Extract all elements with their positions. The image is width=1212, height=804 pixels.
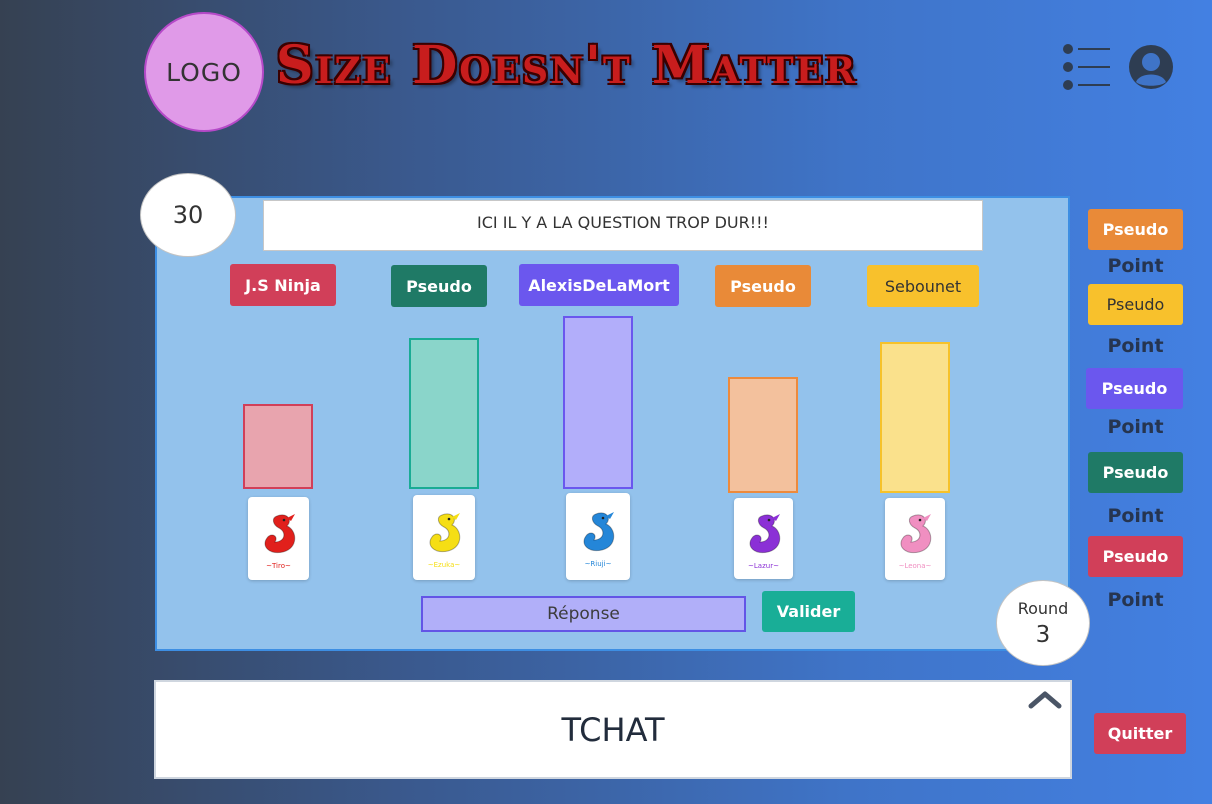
player-name-button[interactable]: Pseudo [391, 265, 487, 307]
validate-button[interactable]: Valider [762, 591, 855, 632]
user-profile-icon[interactable] [1128, 44, 1174, 90]
timer-value: 30 [172, 201, 204, 229]
scoreboard-player-button[interactable]: Pseudo [1088, 284, 1183, 325]
chat-panel[interactable]: TCHAT [154, 680, 1072, 779]
dragon-icon [429, 512, 461, 552]
player-name-button[interactable]: Pseudo [715, 265, 811, 307]
dragon-icon [583, 511, 615, 551]
timer-badge: 30 [140, 173, 236, 257]
scoreboard-player-button[interactable]: Pseudo [1088, 452, 1183, 493]
blue-dragon-card: ~Riuji~ [566, 493, 630, 580]
round-label: Round [1017, 598, 1069, 618]
player-name-button[interactable]: Sebounet [867, 265, 979, 307]
game-title: Size Doesn't Matter [276, 35, 857, 96]
player-name-button[interactable]: J.S Ninja [230, 264, 336, 306]
scoreboard-points: Point [1107, 416, 1164, 438]
scoreboard-player-button[interactable]: Pseudo [1088, 536, 1183, 577]
player-size-bar [563, 316, 633, 489]
player-size-bar [409, 338, 479, 489]
scoreboard-points: Point [1107, 255, 1164, 277]
round-number: 3 [1035, 621, 1051, 648]
question-box: ICI IL Y A LA QUESTION TROP DUR!!! [263, 200, 983, 251]
dragon-icon [749, 513, 780, 553]
quit-button[interactable]: Quitter [1094, 713, 1186, 754]
player-name-button[interactable]: AlexisDeLaMort [519, 264, 679, 306]
dragon-tag: ~Leona~ [898, 562, 932, 570]
round-badge: Round 3 [996, 580, 1090, 666]
dragon-tag: ~Ezuka~ [427, 560, 461, 569]
scoreboard-points: Point [1107, 589, 1164, 611]
dragon-icon [900, 514, 932, 554]
pink-dragon-card: ~Leona~ [885, 498, 945, 580]
scoreboard-player-button[interactable]: Pseudo [1086, 368, 1183, 409]
yellow-dragon-card: ~Ezuka~ [413, 495, 475, 580]
chat-label: TCHAT [561, 710, 665, 749]
dragon-tag: ~Lazur~ [748, 561, 779, 570]
scoreboard-points: Point [1107, 335, 1164, 357]
dragon-tag: ~Tiro~ [266, 561, 291, 570]
answer-input[interactable] [421, 596, 746, 632]
scoreboard-points: Point [1107, 505, 1164, 527]
logo: LOGO [144, 12, 264, 132]
dragon-icon [264, 513, 295, 553]
scoreboard-player-button[interactable]: Pseudo [1088, 209, 1183, 250]
player-size-bar [243, 404, 313, 489]
player-size-bar [728, 377, 798, 493]
player-size-bar [880, 342, 950, 493]
chevron-up-icon[interactable] [1028, 688, 1062, 710]
red-dragon-card: ~Tiro~ [248, 497, 309, 580]
list-menu-icon[interactable] [1062, 43, 1110, 91]
dragon-tag: ~Riuji~ [584, 559, 612, 568]
purple-dragon-card: ~Lazur~ [734, 498, 793, 579]
logo-text: LOGO [166, 57, 242, 87]
